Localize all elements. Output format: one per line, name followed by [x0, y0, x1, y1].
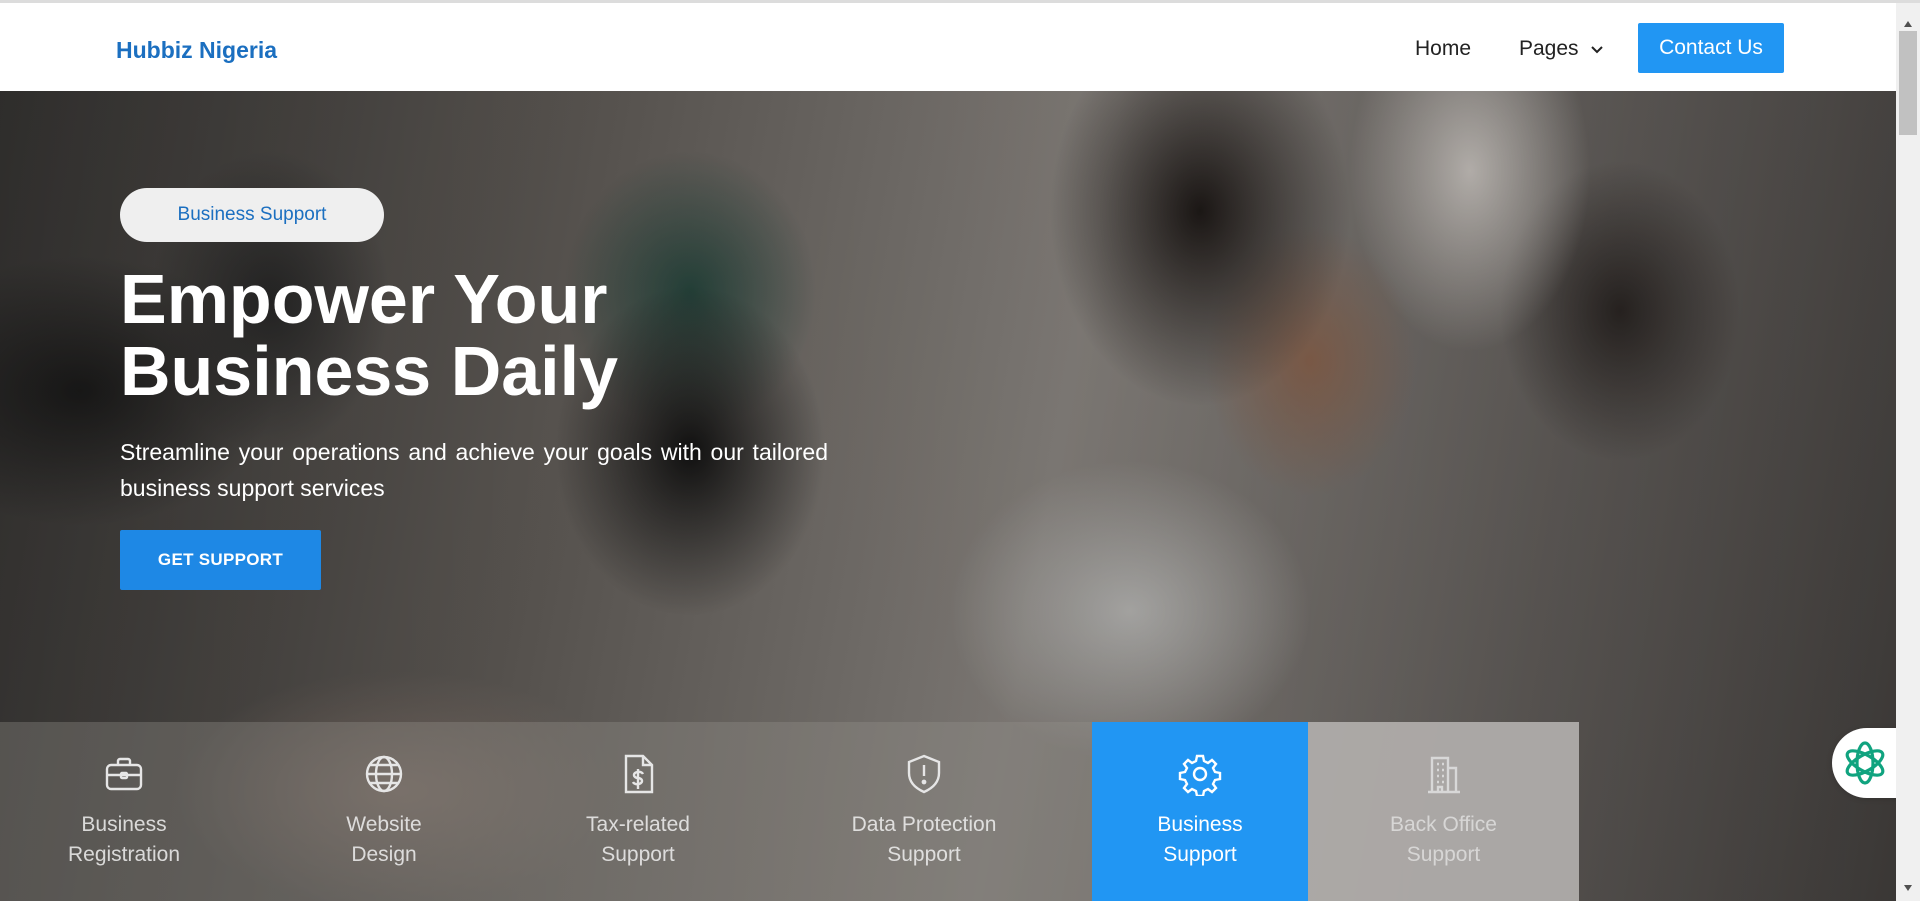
service-label-line2: Support [1406, 843, 1481, 866]
service-tax-related-support[interactable]: Tax-related Support [520, 722, 756, 901]
hero-headline-line1: Empower Your [120, 260, 608, 338]
briefcase-icon [105, 757, 143, 791]
service-label-line1: Business [81, 813, 167, 836]
service-label-line1: Back Office [1390, 813, 1497, 836]
service-business-support[interactable]: Business Support [1092, 722, 1308, 901]
hero-badge: Business Support [120, 188, 384, 242]
nav-pages-dropdown[interactable]: Pages [1519, 37, 1605, 61]
hero-headline: Empower Your Business Daily [120, 263, 618, 407]
service-label-line2: Registration [67, 843, 181, 866]
chatgpt-logo-icon [1845, 741, 1885, 785]
nav-home-link[interactable]: Home [1415, 37, 1471, 61]
contact-us-button[interactable]: Contact Us [1638, 23, 1784, 73]
service-label-line1: Data Protection [851, 813, 997, 836]
scroll-down-arrow-icon[interactable] [1896, 881, 1920, 895]
nav-pages-label: Pages [1519, 37, 1579, 60]
service-label-line1: Business [1157, 813, 1243, 836]
globe-icon [365, 755, 403, 793]
scroll-up-arrow-icon[interactable] [1896, 17, 1920, 31]
page-scrollbar[interactable] [1896, 3, 1920, 901]
scrollbar-thumb[interactable] [1899, 31, 1917, 135]
service-label-line2: Support [887, 843, 961, 866]
get-support-button[interactable]: GET SUPPORT [120, 530, 321, 590]
service-label-line1: Tax-related [586, 813, 690, 836]
service-business-registration[interactable]: Business Registration [0, 722, 248, 901]
building-icon [1427, 756, 1460, 794]
service-back-office-support[interactable]: Back Office Support [1308, 722, 1579, 901]
hero-section: Business Support Empower Your Business D… [0, 91, 1896, 901]
gear-icon [1178, 754, 1222, 796]
hero-headline-line2: Business Daily [120, 332, 618, 410]
chevron-down-icon [1590, 46, 1603, 54]
service-label-line2: Design [351, 843, 417, 866]
site-header: Hubbiz Nigeria Home Pages Contact Us [0, 3, 1896, 91]
hero-subtext: Streamline your operations and achieve y… [120, 439, 828, 501]
service-label-line1: Website [346, 813, 422, 836]
service-label-line2: Support [1163, 843, 1237, 866]
services-strip: Business Registration Website Design Tax… [0, 722, 1579, 901]
service-website-design[interactable]: Website Design [248, 722, 520, 901]
brand-logo[interactable]: Hubbiz Nigeria [116, 37, 277, 64]
dollar-document-icon [624, 754, 654, 794]
shield-alert-icon [907, 754, 941, 794]
service-label-line2: Support [601, 843, 675, 866]
service-data-protection-support[interactable]: Data Protection Support [756, 722, 1092, 901]
